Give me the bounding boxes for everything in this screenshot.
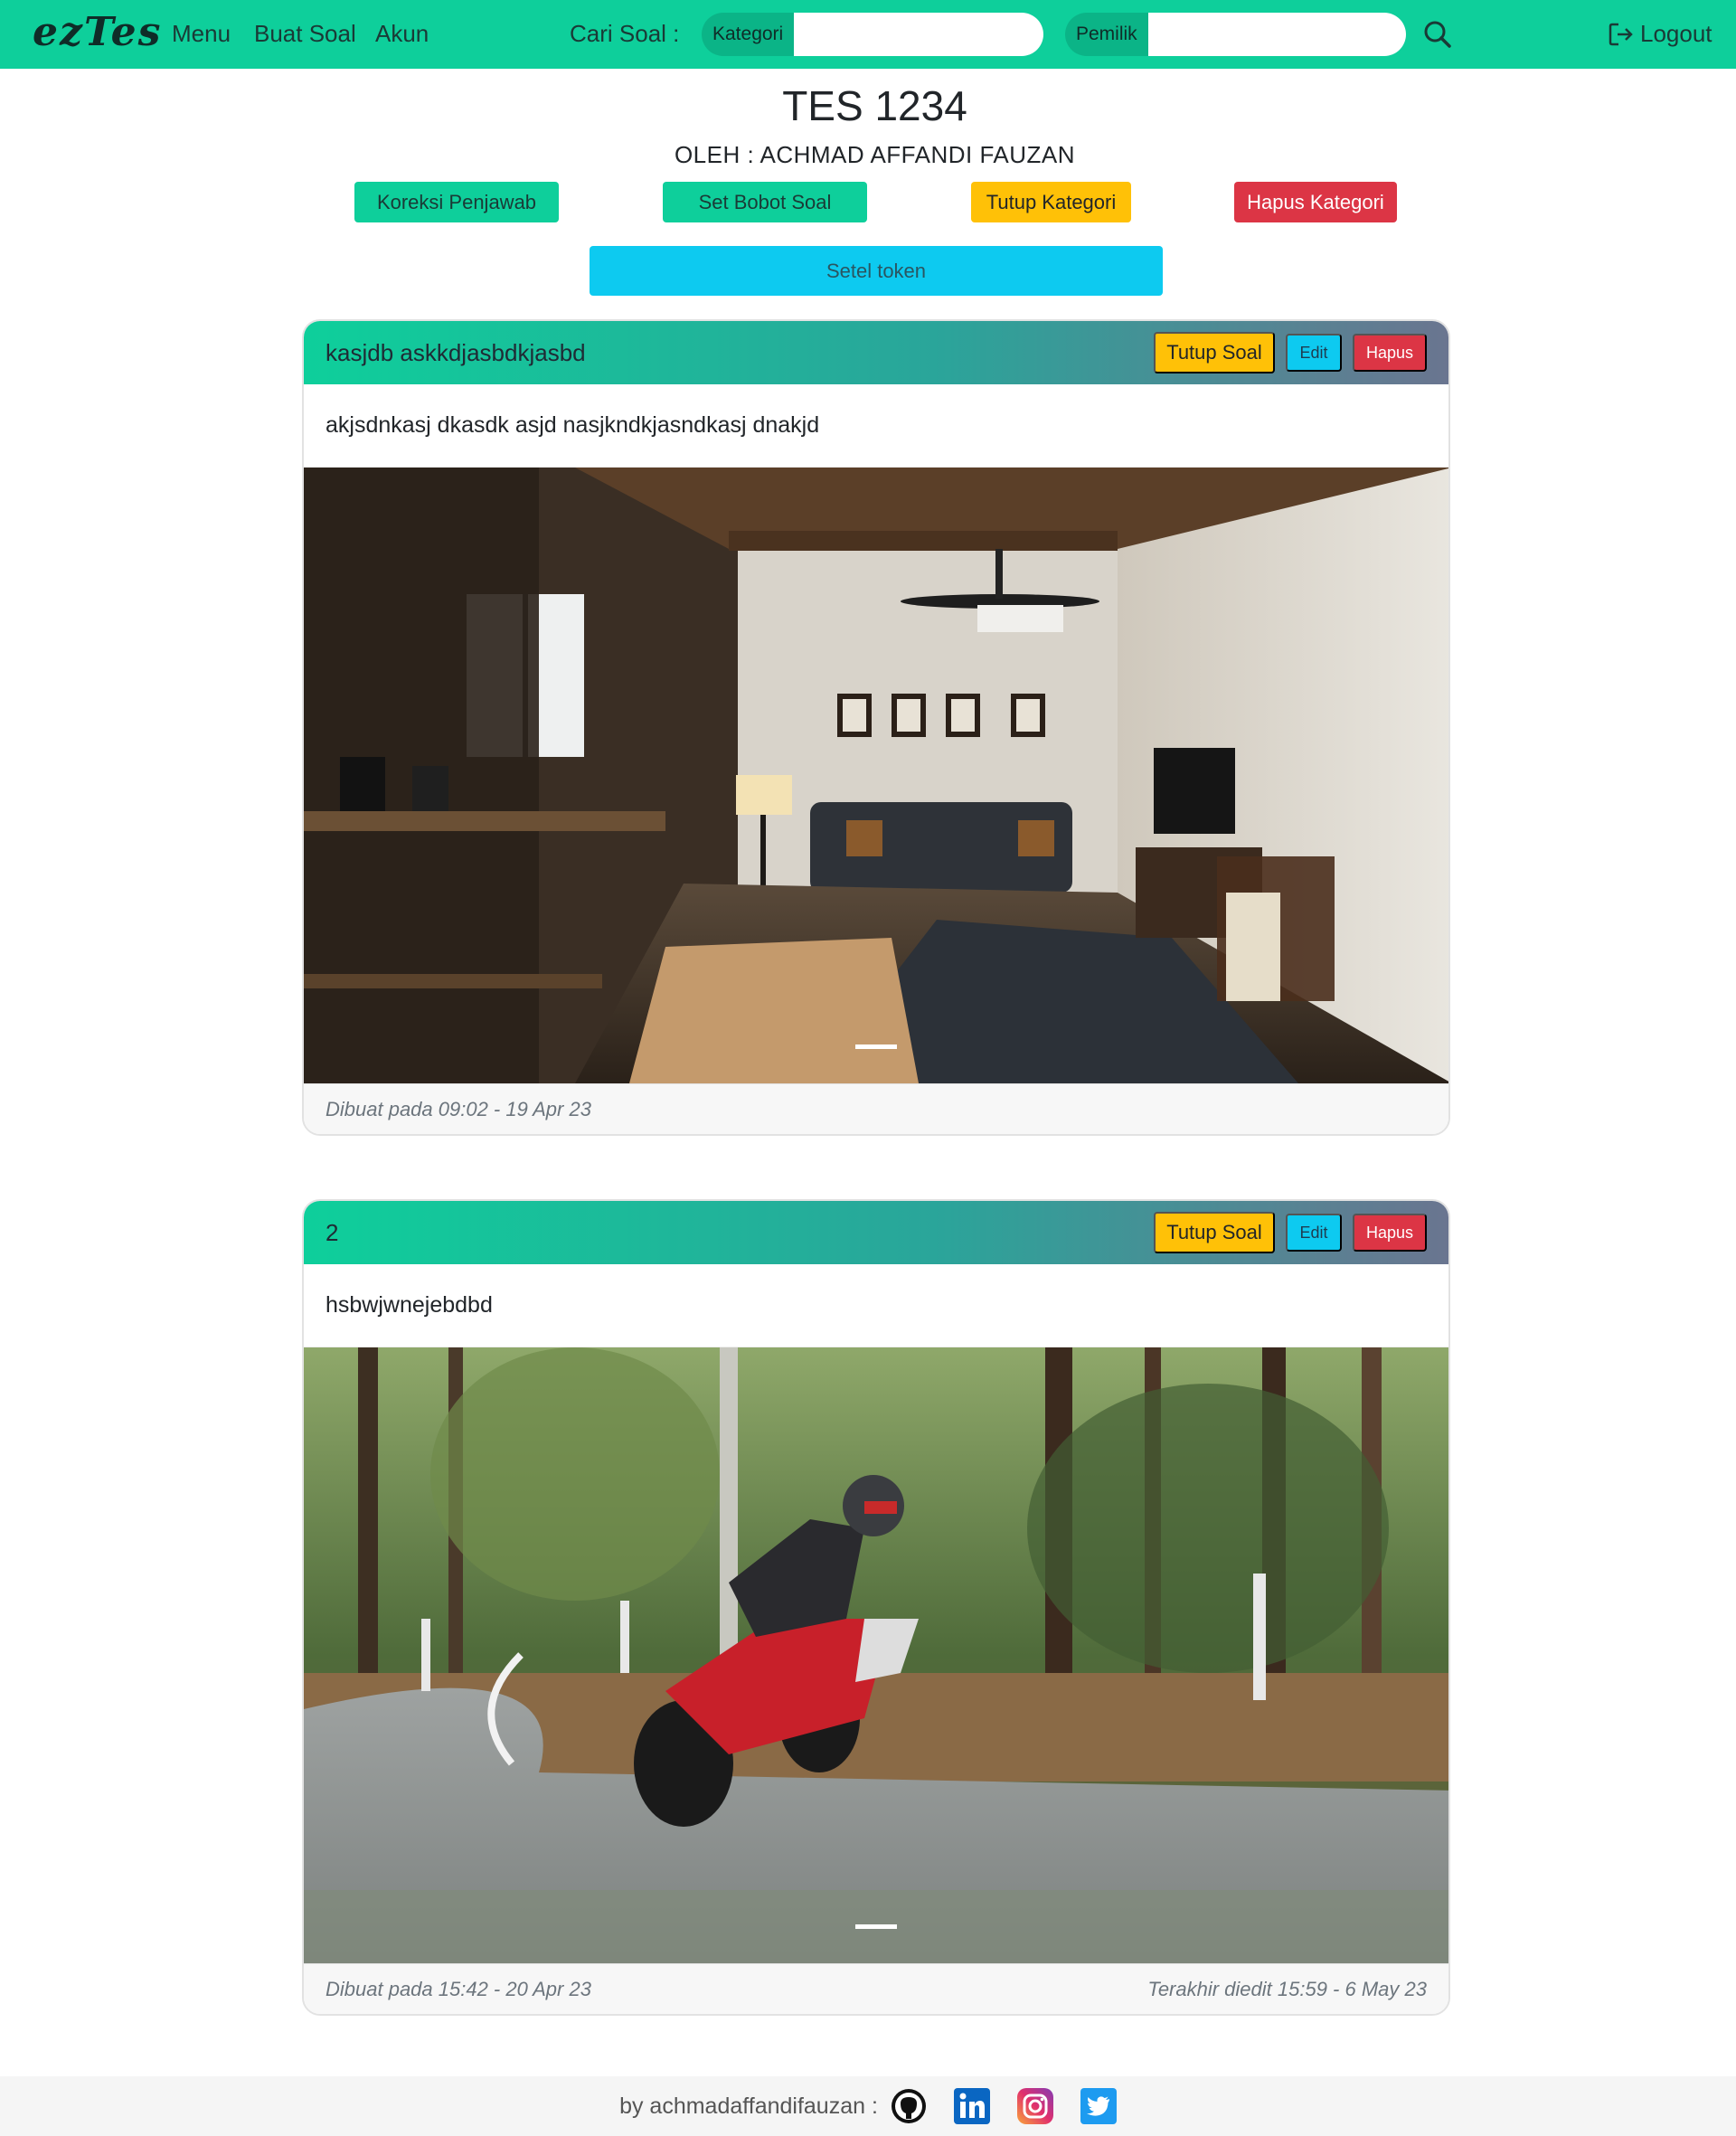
tutup-soal-button[interactable]: Tutup Soal	[1154, 1212, 1275, 1253]
carousel-indicator[interactable]	[855, 1044, 897, 1049]
logout-label: Logout	[1640, 20, 1712, 47]
carousel-indicator[interactable]	[855, 1924, 897, 1929]
question-actions: Tutup Soal Edit Hapus	[1154, 332, 1427, 373]
set-bobot-soal-button[interactable]: Set Bobot Soal	[663, 182, 867, 222]
motorcycle-photo	[304, 1347, 1448, 1963]
tutup-soal-button[interactable]: Tutup Soal	[1154, 332, 1275, 373]
page-owner: OLEH : ACHMAD AFFANDI FAUZAN	[674, 141, 1076, 168]
footer-credit: by achmadaffandifauzan :	[619, 2093, 878, 2119]
navbar: ezTes Menu Buat Soal Akun Cari Soal : Ka…	[0, 0, 1736, 69]
setel-token-button[interactable]: Setel token	[590, 246, 1163, 296]
question-image-motorcycle[interactable]	[304, 1347, 1448, 1963]
question-header: 2 Tutup Soal Edit Hapus	[304, 1201, 1448, 1264]
logout-icon	[1609, 23, 1633, 45]
question-body: hsbwjwnejebdbd	[304, 1264, 1448, 1347]
search-icon[interactable]	[1421, 18, 1454, 51]
tutup-kategori-button[interactable]: Tutup Kategori	[971, 182, 1131, 222]
twitter-icon[interactable]	[1080, 2088, 1117, 2124]
instagram-icon[interactable]	[1016, 2088, 1053, 2124]
living-room-photo	[304, 468, 1448, 1083]
question-body: akjsdnkasj dkasdk asjd nasjkndkjasndkasj…	[304, 384, 1448, 468]
page-title: TES 1234	[782, 82, 967, 129]
brand-logo[interactable]: ezTes	[33, 9, 162, 55]
pemilik-search-group: Pemilik	[1065, 13, 1406, 56]
linkedin-icon[interactable]	[953, 2088, 990, 2124]
question-image-living-room[interactable]	[304, 468, 1448, 1083]
question-footer: Dibuat pada 15:42 - 20 Apr 23 Terakhir d…	[304, 1963, 1448, 2014]
edit-button[interactable]: Edit	[1286, 1214, 1342, 1252]
nav-link-menu[interactable]: Menu	[172, 20, 231, 48]
koreksi-penjawab-button[interactable]: Koreksi Penjawab	[354, 182, 559, 222]
kategori-search-group: Kategori	[702, 13, 1043, 56]
question-title: 2	[326, 1218, 339, 1246]
pemilik-search-input[interactable]	[1147, 13, 1406, 56]
kategori-prefix: Kategori	[702, 13, 795, 56]
logout-button[interactable]: Logout	[1608, 20, 1712, 48]
edited-timestamp: Terakhir diedit 15:59 - 6 May 23	[1147, 1977, 1427, 2000]
github-icon[interactable]	[891, 2088, 927, 2124]
question-actions: Tutup Soal Edit Hapus	[1154, 1212, 1427, 1253]
hapus-button[interactable]: Hapus	[1353, 1214, 1427, 1252]
question-title: kasjdb askkdjasbdkjasbd	[326, 338, 586, 366]
question-card: 2 Tutup Soal Edit Hapus hsbwjwnejebdbd D…	[302, 1199, 1450, 2016]
created-timestamp: Dibuat pada 09:02 - 19 Apr 23	[326, 1097, 591, 1120]
hapus-button[interactable]: Hapus	[1353, 334, 1427, 372]
created-timestamp: Dibuat pada 15:42 - 20 Apr 23	[326, 1977, 591, 2000]
kategori-search-input[interactable]	[794, 13, 1043, 56]
edit-button[interactable]: Edit	[1286, 334, 1342, 372]
question-header: kasjdb askkdjasbdkjasbd Tutup Soal Edit …	[304, 321, 1448, 384]
question-card: kasjdb askkdjasbdkjasbd Tutup Soal Edit …	[302, 319, 1450, 1136]
site-footer: by achmadaffandifauzan :	[0, 2076, 1736, 2136]
search-label: Cari Soal :	[570, 20, 680, 47]
pemilik-prefix: Pemilik	[1065, 13, 1148, 56]
nav-link-buat-soal[interactable]: Buat Soal	[254, 20, 356, 48]
nav-link-akun[interactable]: Akun	[375, 20, 429, 48]
question-footer: Dibuat pada 09:02 - 19 Apr 23	[304, 1083, 1448, 1134]
hapus-kategori-button[interactable]: Hapus Kategori	[1234, 182, 1397, 222]
